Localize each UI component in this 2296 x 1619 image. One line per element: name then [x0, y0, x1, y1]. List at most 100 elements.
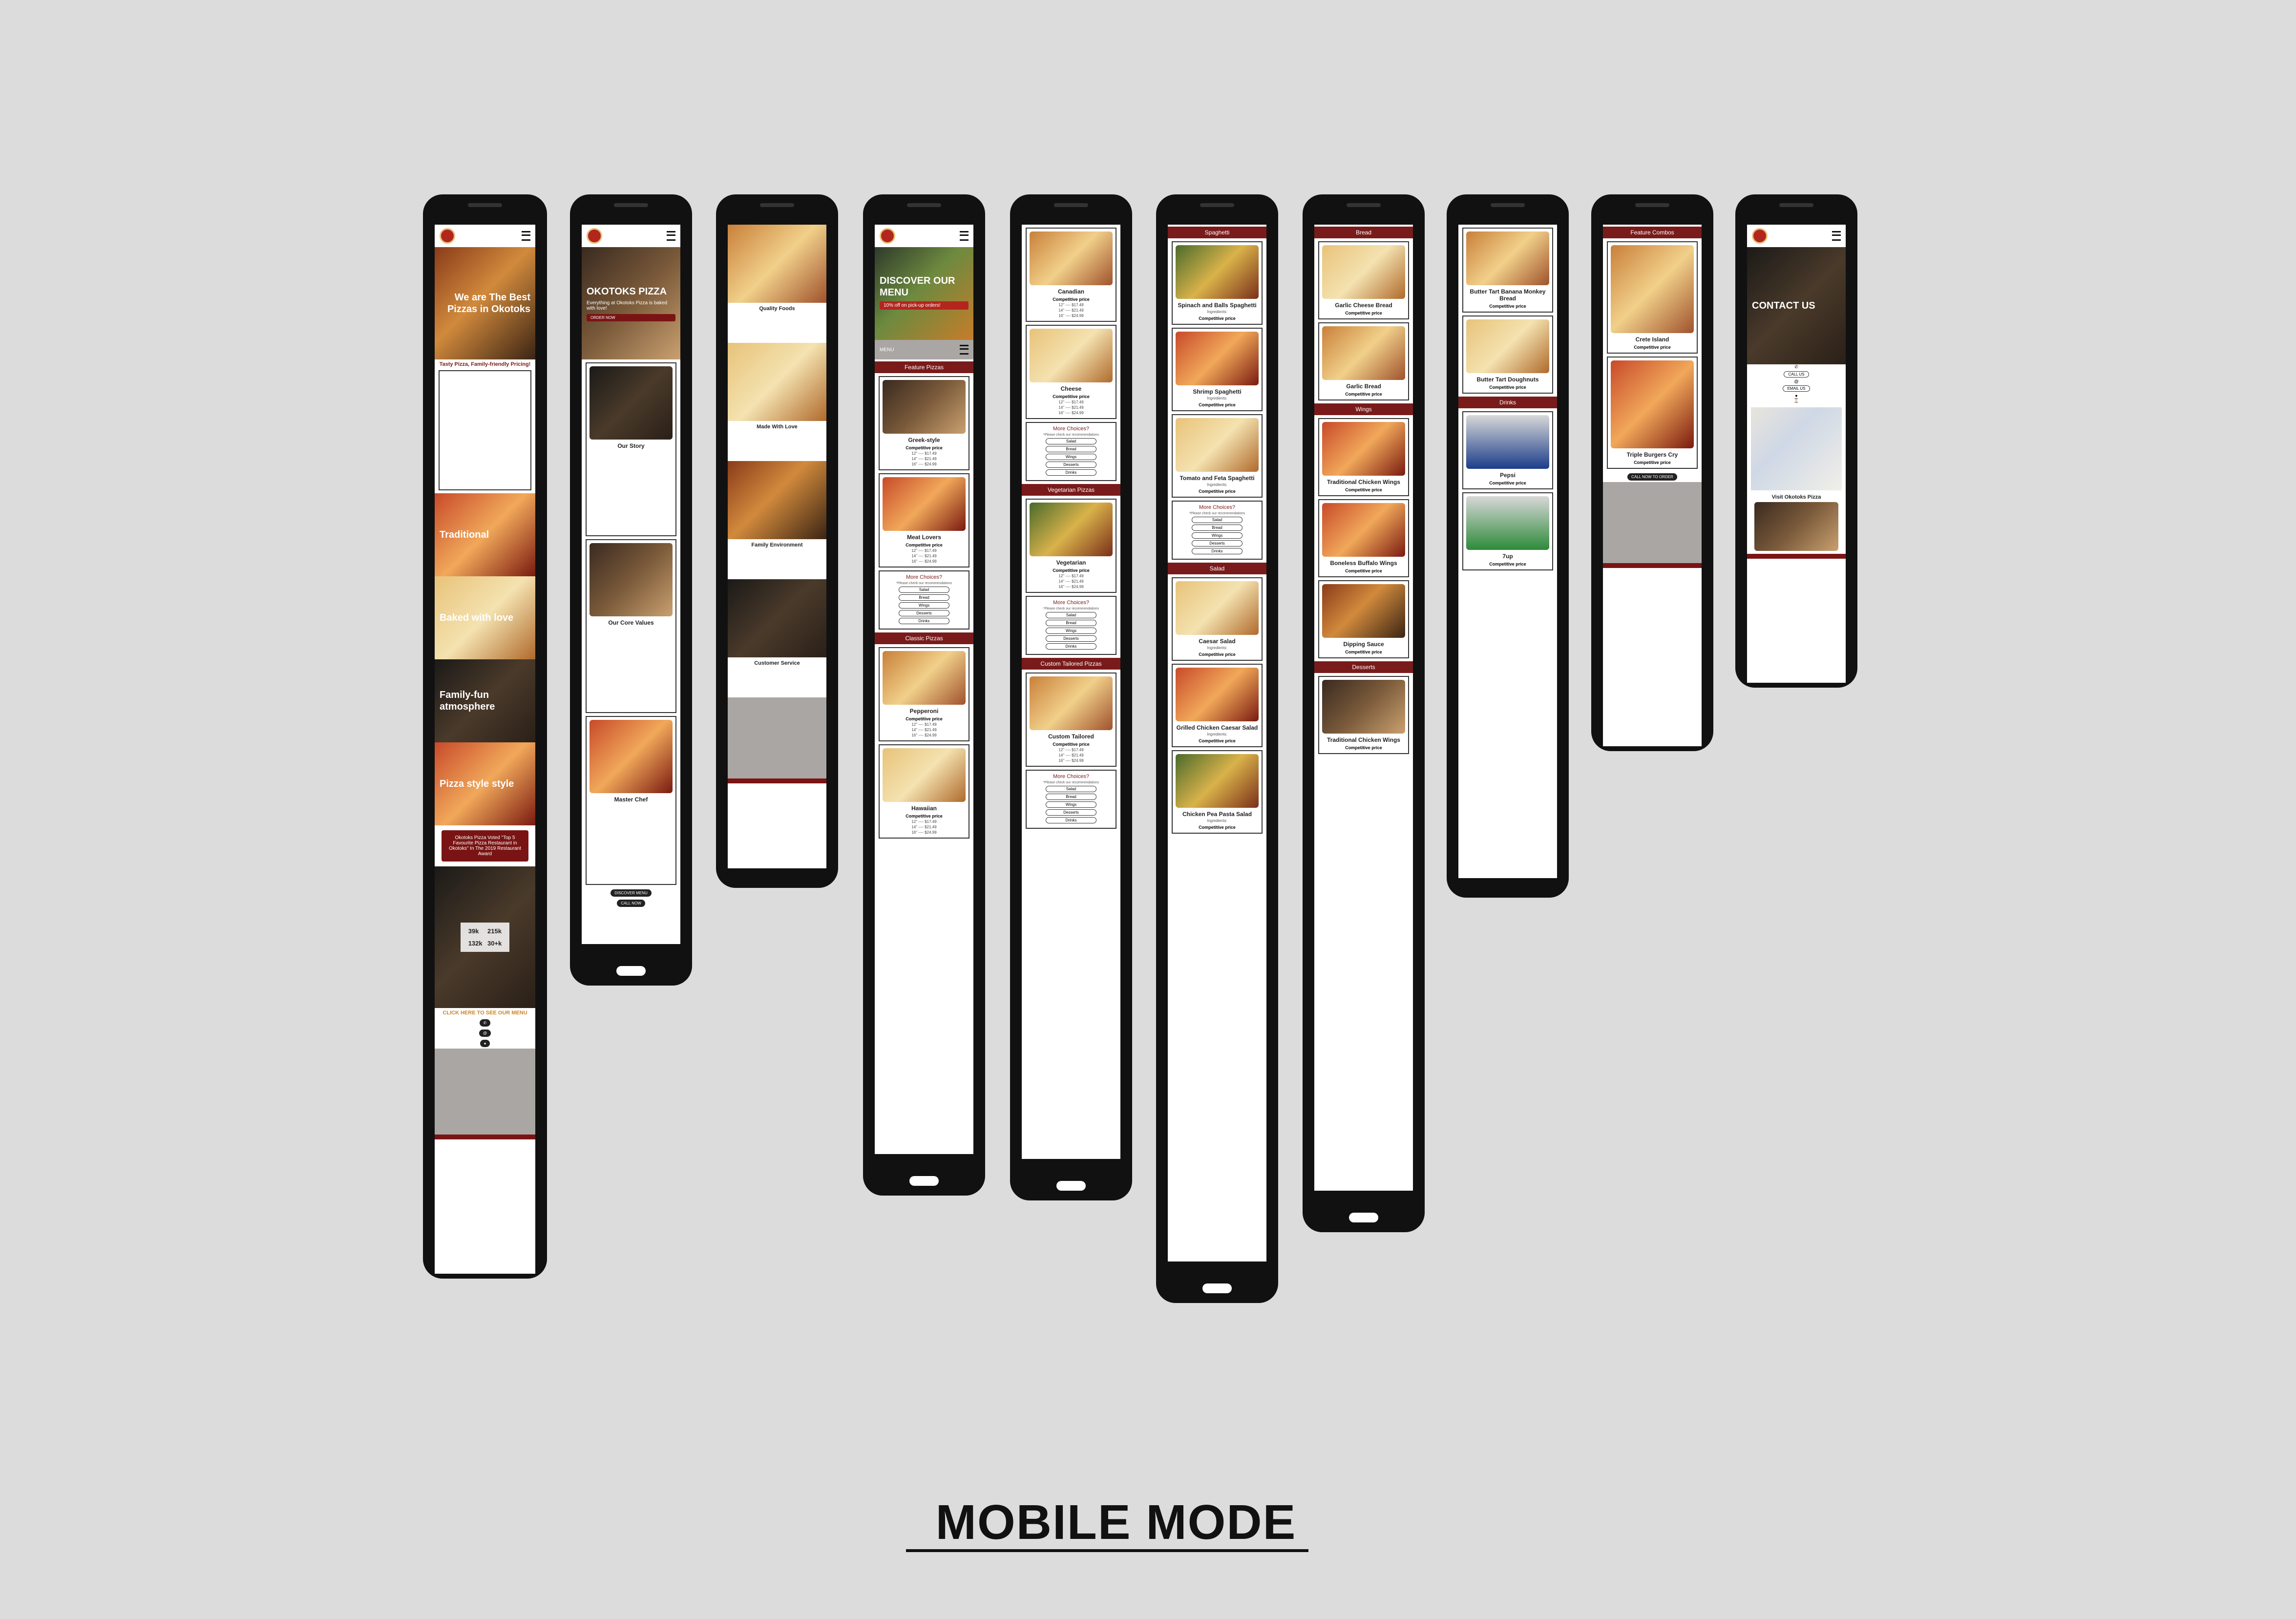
home-button[interactable] [1202, 1283, 1232, 1293]
hamburger-menu-icon[interactable] [1832, 231, 1841, 241]
call-us-button[interactable]: CALL US [1784, 371, 1809, 378]
call-order-button[interactable]: CALL NOW TO ORDER [1627, 473, 1677, 481]
feature-title: Quality Foods [759, 306, 795, 312]
more-choices: More Choices? *Please check our recommen… [1026, 596, 1116, 655]
bread-header: Bread [1314, 227, 1413, 238]
screen-sides[interactable]: Bread Garlic Cheese Bread Competitive pri… [1314, 225, 1413, 1191]
choice-salad[interactable]: Salad [1046, 438, 1096, 444]
choice-desserts[interactable]: Desserts [1192, 540, 1243, 547]
menu-item: Cheese Competitive price 12" ---- $17.49 14… [1026, 325, 1116, 419]
logo[interactable] [587, 228, 602, 244]
screen-contact[interactable]: CONTACT US ✆ CALL US @ EMAIL US ● ⌛ Visi… [1747, 225, 1846, 683]
item-title: Tomato and Feta Spaghetti [1180, 475, 1255, 482]
choice-bread[interactable]: Bread [1192, 525, 1243, 531]
item-title: Vegetarian [1056, 559, 1086, 566]
screen-spaghetti[interactable]: Spaghetti Spinach and Balls Spaghetti Ing… [1168, 225, 1266, 1262]
choice-wings[interactable]: Wings [1046, 628, 1096, 634]
tile-1[interactable]: Traditional [435, 493, 535, 576]
screen-about[interactable]: OKOTOKS PIZZA Everything at Okotoks Pizz… [582, 225, 680, 944]
choice-wings[interactable]: Wings [1046, 801, 1096, 808]
home-button[interactable] [616, 966, 646, 976]
phone-contact: CONTACT US ✆ CALL US @ EMAIL US ● ⌛ Visi… [1735, 194, 1857, 688]
tile-2[interactable]: Baked with love [435, 576, 535, 659]
home-button[interactable] [909, 1176, 939, 1186]
choice-desserts[interactable]: Desserts [1046, 809, 1096, 816]
section-title: Our Core Values [608, 619, 654, 626]
choice-bread[interactable]: Bread [1046, 794, 1096, 800]
choice-salad[interactable]: Salad [1192, 517, 1243, 523]
more-title: More Choices? [906, 574, 942, 580]
choice-wings[interactable]: Wings [1192, 532, 1243, 539]
item-title: Crete Island [1635, 336, 1669, 343]
choice-bread[interactable]: Bread [1046, 620, 1096, 626]
choice-bread[interactable]: Bread [899, 594, 949, 601]
choice-drinks[interactable]: Drinks [1046, 469, 1096, 476]
item-title: Boneless Buffalo Wings [1330, 560, 1397, 567]
price-line: 14" ---- $21.49 [1058, 579, 1084, 584]
chef-card: Master Chef [586, 716, 676, 885]
top-bar [1747, 225, 1846, 247]
logo[interactable] [880, 228, 895, 244]
screen-pizzas[interactable]: Canadian Competitive price 12" ---- $17.49… [1022, 225, 1120, 1159]
hamburger-menu-icon[interactable] [522, 231, 530, 241]
choice-salad[interactable]: Salad [899, 587, 949, 593]
phone-home: We are The Best Pizzas in Okotoks Tasty … [423, 194, 547, 1279]
screen-home[interactable]: We are The Best Pizzas in Okotoks Tasty … [435, 225, 535, 1274]
item-title: Custom Tailored [1048, 733, 1094, 740]
section-title: Our Story [617, 442, 645, 449]
menu-item: Traditional Chicken Wings Competitive pri… [1318, 676, 1409, 754]
screen-menu[interactable]: DISCOVER OUR MENU 10% off on pick-up ord… [875, 225, 973, 1154]
choice-salad[interactable]: Salad [1046, 786, 1096, 792]
call-button[interactable]: ✆ [479, 1019, 491, 1027]
email-us-button[interactable]: EMAIL US [1783, 385, 1810, 392]
logo[interactable] [1752, 228, 1768, 244]
screen-combos[interactable]: Feature Combos Crete Island Competitive p… [1603, 225, 1702, 746]
choice-salad[interactable]: Salad [1046, 612, 1096, 618]
story-image [590, 366, 673, 440]
map[interactable] [1751, 407, 1842, 490]
menu-link[interactable]: CLICK HERE TO SEE OUR MENU [435, 1010, 535, 1016]
screen-drinks[interactable]: Butter Tart Banana Monkey Bread Competiti… [1458, 225, 1557, 878]
contact-button[interactable]: @ [479, 1030, 491, 1037]
logo[interactable] [440, 228, 455, 244]
home-button[interactable] [1056, 1181, 1086, 1191]
hamburger-menu-icon[interactable] [667, 231, 675, 241]
order-button[interactable]: ORDER NOW [587, 314, 675, 321]
menu-bar[interactable]: MENU [875, 340, 973, 359]
menu-item: Chicken Pea Pasta Salad Ingredients: Compe… [1172, 750, 1263, 834]
item-image [1030, 676, 1113, 730]
hamburger-menu-icon[interactable] [960, 231, 969, 241]
tile-4[interactable]: Pizza style style [435, 742, 535, 825]
choice-drinks[interactable]: Drinks [899, 618, 949, 624]
hero-title: OKOTOKS PIZZA [587, 286, 667, 297]
hamburger-menu-icon[interactable] [960, 345, 969, 355]
price-line: 12" ---- $17.49 [1058, 400, 1084, 404]
choice-desserts[interactable]: Desserts [1046, 462, 1096, 468]
choice-drinks[interactable]: Drinks [1192, 548, 1243, 554]
choice-wings[interactable]: Wings [899, 602, 949, 609]
price-line: 14" ---- $21.49 [1058, 405, 1084, 410]
choice-bread[interactable]: Bread [1046, 446, 1096, 452]
location-button[interactable]: ● [480, 1040, 490, 1047]
item-image [883, 477, 966, 531]
choice-drinks[interactable]: Drinks [1046, 643, 1096, 650]
tile-3[interactable]: Family-fun atmosphere [435, 659, 535, 742]
menu-item: Garlic Cheese Bread Competitive price [1318, 241, 1409, 319]
choice-desserts[interactable]: Desserts [899, 610, 949, 616]
choice-wings[interactable]: Wings [1046, 454, 1096, 460]
discover-menu-button[interactable]: DISCOVER MENU [611, 889, 652, 897]
feature-text [728, 314, 826, 343]
choice-desserts[interactable]: Desserts [1046, 635, 1096, 642]
phone-spaghetti: Spaghetti Spinach and Balls Spaghetti Ing… [1156, 194, 1278, 1303]
ingredients-label: Ingredients: [1207, 396, 1227, 400]
choice-drinks[interactable]: Drinks [1046, 817, 1096, 823]
item-image [1176, 754, 1259, 808]
item-image [1466, 231, 1549, 285]
item-title: Pepsi [1499, 472, 1516, 479]
tile-label: Pizza style style [440, 778, 514, 789]
screen-features[interactable]: Quality Foods Made With Love Family Envi… [728, 225, 826, 868]
call-order-button[interactable]: CALL NOW [617, 900, 645, 907]
home-button[interactable] [1349, 1213, 1378, 1222]
item-title: 7up [1502, 553, 1513, 560]
price-line: 12" ---- $17.49 [1058, 303, 1084, 307]
